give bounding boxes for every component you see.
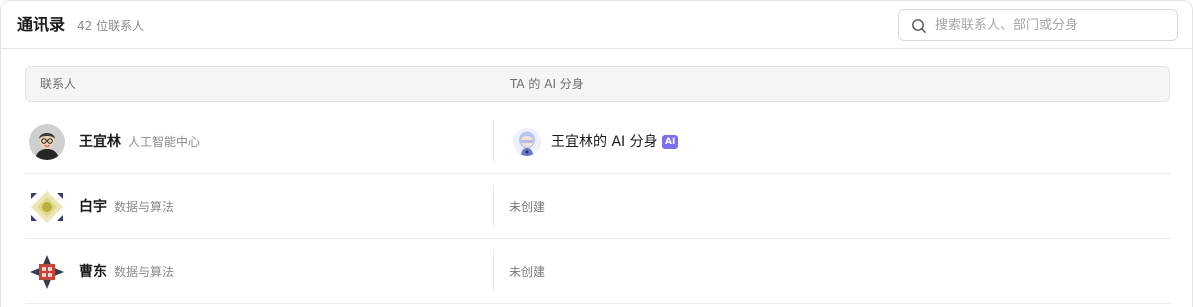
table-header: 联系人 TA 的 AI 分身 — [25, 66, 1170, 102]
ai-twin-robot-avatar — [513, 128, 541, 156]
ai-twin-status: 未创建 — [509, 200, 546, 214]
column-header-ai-twin: TA 的 AI 分身 — [510, 77, 584, 91]
column-divider — [493, 120, 494, 162]
contact-department: 人工智能中心 — [128, 135, 201, 149]
ai-twin-name[interactable]: 王宜林的 AI 分身 — [551, 132, 658, 152]
avatar — [29, 254, 65, 290]
top-bar: 通讯录 42 位联系人 — [1, 1, 1192, 49]
ai-twin-status: 未创建 — [509, 265, 546, 279]
avatar — [29, 124, 65, 160]
search-box[interactable] — [898, 9, 1178, 41]
contacts-panel: 通讯录 42 位联系人 联系人 TA 的 AI 分身 — [0, 0, 1193, 307]
page-title: 通讯录 — [17, 15, 66, 34]
contact-name[interactable]: 曹东 — [79, 262, 107, 282]
ai-twin-avatar — [513, 128, 541, 156]
geometric-yellow-pattern-avatar — [29, 189, 65, 225]
contact-department: 数据与算法 — [114, 265, 175, 279]
avatar — [29, 189, 65, 225]
contact-department: 数据与算法 — [114, 200, 175, 214]
geometric-red-pattern-avatar — [29, 254, 65, 290]
ai-badge: AI — [662, 135, 679, 149]
table-row[interactable]: 曹东 数据与算法 未创建 — [25, 239, 1171, 304]
contact-count: 42 位联系人 — [77, 19, 145, 33]
search-icon — [912, 19, 926, 33]
column-divider — [493, 185, 494, 227]
table-row[interactable]: 白宇 数据与算法 未创建 — [25, 174, 1171, 239]
contact-name[interactable]: 王宜林 — [79, 132, 121, 152]
column-divider — [493, 250, 494, 292]
contact-name[interactable]: 白宇 — [79, 197, 107, 217]
table-row[interactable]: 王宜林 人工智能中心 王宜林的 AI 分身 AI — [25, 109, 1171, 174]
column-header-contact: 联系人 — [40, 77, 77, 91]
cartoon-person-glasses-avatar — [29, 124, 65, 160]
search-input[interactable] — [935, 15, 1171, 35]
